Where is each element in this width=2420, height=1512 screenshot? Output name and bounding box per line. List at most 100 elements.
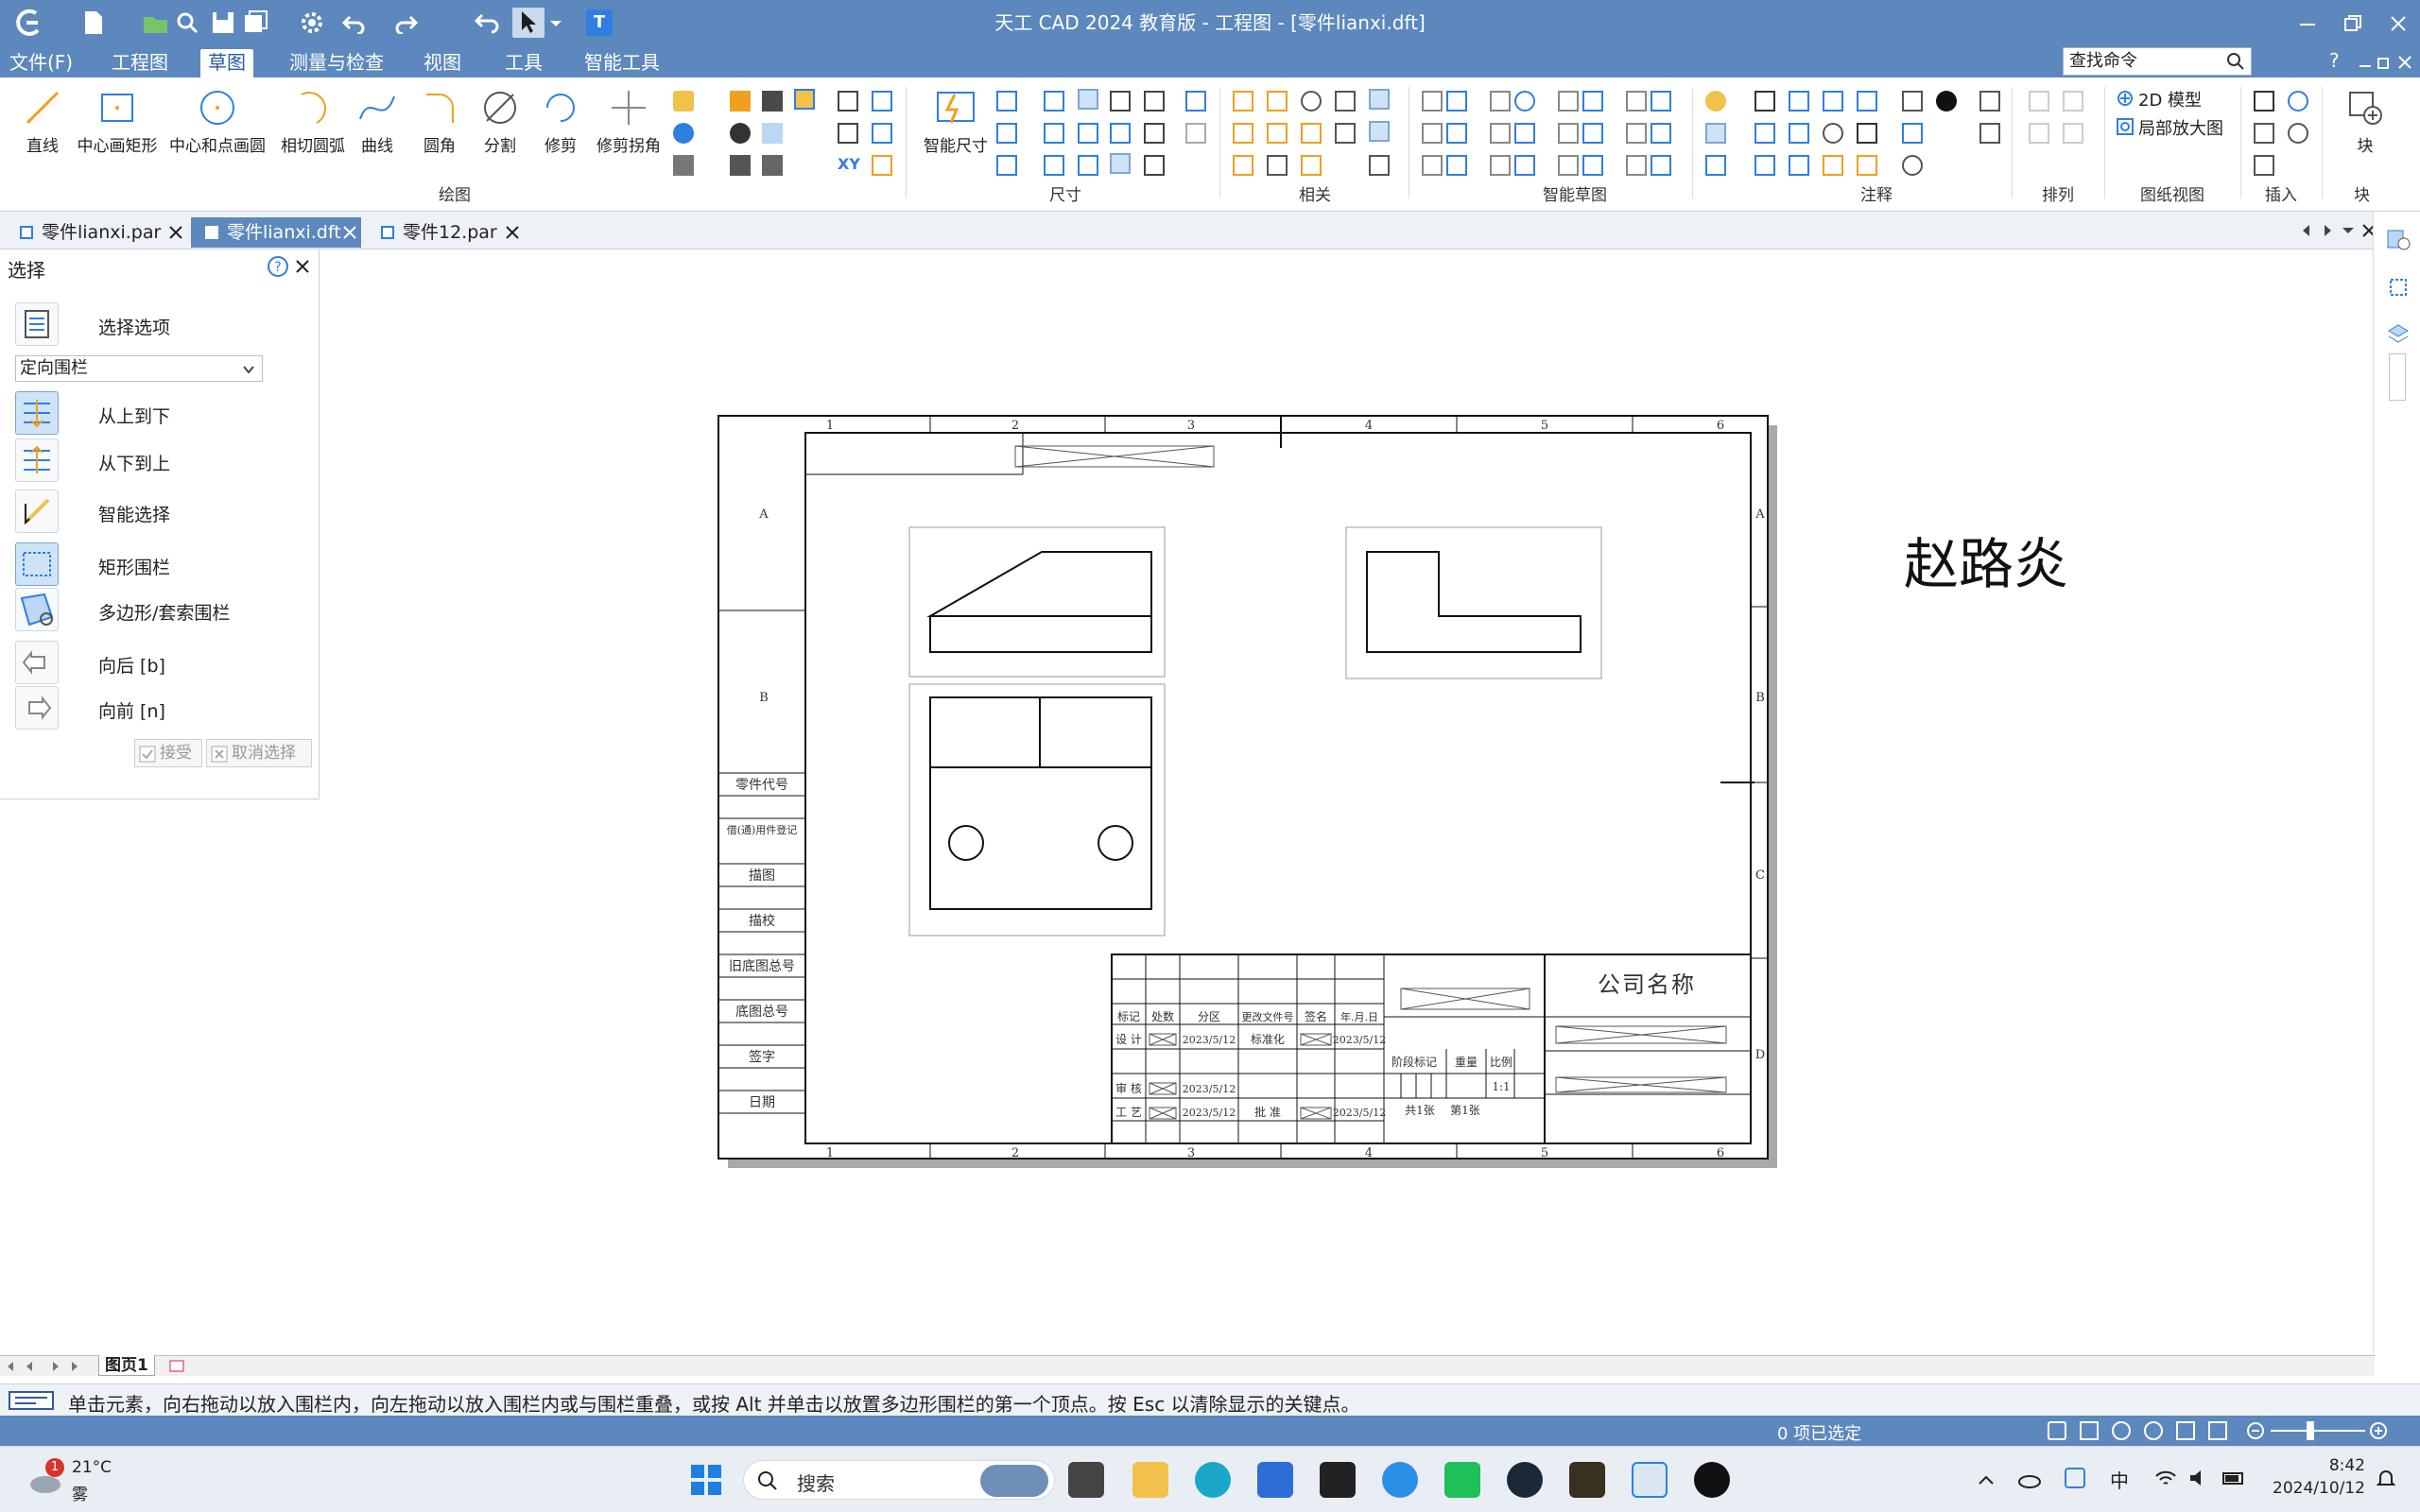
maintain-relation-icon[interactable] — [1369, 89, 1390, 110]
fence-mode-select[interactable]: 定向围栏 — [15, 355, 263, 382]
menu-smart-tools[interactable]: 智能工具 — [584, 49, 660, 76]
region-icon[interactable] — [794, 89, 815, 110]
point-on-relation-icon[interactable] — [1233, 123, 1253, 144]
baseline-dim-icon[interactable] — [1044, 123, 1064, 144]
stack-dim-icon[interactable] — [1144, 91, 1165, 112]
mirror-icon[interactable] — [673, 155, 694, 176]
undo-icon[interactable] — [342, 11, 367, 34]
callout-icon[interactable] — [1705, 91, 1726, 112]
tray-app-icon[interactable] — [2065, 1468, 2085, 1488]
parallel-snap-icon[interactable] — [1582, 155, 1603, 176]
smart-sketch-checkbox[interactable] — [1490, 155, 1511, 176]
qat-dropdown-icon[interactable] — [548, 17, 563, 30]
command-search-input[interactable]: 查找命令 — [2063, 47, 2252, 76]
parallel-relation-icon[interactable] — [1267, 91, 1288, 112]
fit-view-icon[interactable] — [2385, 274, 2411, 301]
quadrant-snap-icon[interactable] — [1446, 155, 1467, 176]
new-file-icon[interactable] — [81, 9, 106, 36]
center-rect-button[interactable]: 中心画矩形 — [74, 81, 161, 156]
perpendicular-relation-icon[interactable] — [1301, 123, 1322, 144]
open-file-icon[interactable] — [142, 9, 170, 36]
tab-list-icon[interactable] — [2341, 223, 2356, 238]
chamfer-note-icon[interactable] — [1857, 155, 1877, 176]
show-hide-icon[interactable] — [730, 123, 751, 144]
smart-sketch-checkbox[interactable] — [1422, 91, 1443, 112]
taskbar-search-box[interactable]: 搜索 — [743, 1460, 1055, 1500]
text-tool-icon[interactable]: T — [586, 9, 613, 36]
tab-part-12[interactable]: 零件12.par — [367, 217, 526, 248]
insert-table-icon[interactable] — [2254, 155, 2274, 176]
store-icon[interactable] — [1257, 1462, 1293, 1498]
centerline-icon[interactable] — [1902, 123, 1923, 144]
center-mark-icon[interactable] — [1979, 91, 2000, 112]
center-snap-icon[interactable] — [1514, 91, 1535, 112]
grid-icon[interactable] — [838, 91, 858, 112]
ime-indicator[interactable]: 中 — [2110, 1466, 2129, 1493]
linear-dim-icon[interactable] — [996, 91, 1017, 112]
close-tab-icon[interactable] — [168, 225, 183, 240]
perp-snap-icon[interactable] — [1651, 123, 1671, 144]
concentric-relation-icon[interactable] — [1301, 91, 1322, 112]
send-back-icon[interactable] — [2063, 91, 2083, 112]
endpoint-snap-icon[interactable] — [1446, 91, 1467, 112]
smart-sketch-checkbox[interactable] — [1490, 123, 1511, 144]
balloon-icon[interactable] — [1789, 91, 1809, 112]
lock-relation-icon[interactable] — [1335, 91, 1356, 112]
dim-grid-icon[interactable] — [838, 123, 858, 144]
back-button[interactable]: 向后 [b] — [15, 641, 308, 686]
arc-snap-icon[interactable] — [1514, 155, 1535, 176]
fill-icon[interactable] — [762, 123, 783, 144]
drawing-canvas[interactable]: 1 2 3 4 5 6 1 2 3 4 5 6 A B A B C D 零件代号… — [320, 249, 2373, 1355]
smart-dimension-button[interactable]: 智能尺寸 — [911, 81, 1000, 156]
zoom-slider-thumb[interactable] — [2307, 1421, 2314, 1440]
smart-select-button[interactable]: 智能选择 — [15, 490, 308, 535]
relation-handle-icon[interactable] — [1369, 121, 1390, 142]
help-button[interactable]: ? — [2329, 49, 2340, 72]
bolt-hole-circle-icon[interactable] — [1979, 123, 2000, 144]
help-icon[interactable]: ? — [267, 255, 289, 278]
datum-target-icon[interactable] — [1936, 91, 1957, 112]
move-icon[interactable] — [673, 123, 694, 144]
line-tool-button[interactable]: 直线 — [2, 81, 83, 156]
tab-drawing-lianxi[interactable]: 零件lianxi.dft — [191, 217, 361, 248]
offset-icon[interactable] — [673, 91, 694, 112]
leader-icon[interactable] — [1705, 155, 1726, 176]
ie-browser-icon[interactable] — [1382, 1462, 1418, 1498]
text-annotation-icon[interactable] — [1754, 91, 1775, 112]
edge-icon[interactable] — [1195, 1462, 1231, 1498]
drawing-sheet[interactable]: 1 2 3 4 5 6 1 2 3 4 5 6 A B A B C D 零件代号… — [713, 412, 2093, 1404]
tangent-snap-icon[interactable] — [1582, 123, 1603, 144]
top-to-bottom-button[interactable]: 从上到下 — [15, 391, 308, 437]
menu-view[interactable]: 视图 — [424, 49, 461, 76]
hole-callout-icon[interactable] — [1823, 123, 1843, 144]
doc-close-icon[interactable] — [2397, 55, 2412, 70]
cross-section-icon[interactable] — [1754, 155, 1775, 176]
bring-forward-icon[interactable] — [2029, 123, 2049, 144]
tiangong-cad-icon[interactable] — [1632, 1462, 1668, 1498]
connect-relation-icon[interactable] — [1233, 91, 1253, 112]
symmetric-relation-icon[interactable] — [1267, 155, 1288, 176]
extrude-icon[interactable] — [730, 155, 751, 176]
feature-control-icon[interactable] — [1754, 123, 1775, 144]
rigid-relation-icon[interactable] — [1335, 123, 1356, 144]
sheet-nav-arrows[interactable] — [4, 1359, 83, 1374]
zoom-area-icon[interactable] — [2048, 1421, 2066, 1440]
smart-sketch-checkbox[interactable] — [1558, 155, 1579, 176]
datum-frame-icon[interactable] — [1789, 123, 1809, 144]
restore-icon[interactable] — [2342, 13, 2363, 34]
layers-icon[interactable] — [2385, 321, 2411, 348]
rect-fence-button[interactable]: 矩形围栏 — [15, 542, 308, 588]
xy-coordinate-icon[interactable]: XY — [838, 155, 860, 173]
zoom-window-icon[interactable] — [2080, 1421, 2099, 1440]
close-tab-icon[interactable] — [342, 225, 357, 240]
smart-sketch-checkbox[interactable] — [1490, 91, 1511, 112]
dim-style-icon[interactable] — [1110, 153, 1131, 174]
smart-sketch-checkbox[interactable] — [1558, 123, 1579, 144]
wifi-icon[interactable] — [2153, 1468, 2178, 1488]
ordinate-dim-icon[interactable] — [1078, 123, 1098, 144]
zoom-slider-track[interactable] — [2271, 1430, 2365, 1432]
bottom-to-top-button[interactable]: 从下到上 — [15, 438, 308, 484]
insert-hyperlink-icon[interactable] — [2288, 91, 2308, 112]
insert-link-icon[interactable] — [2288, 123, 2308, 144]
fit-icon[interactable] — [2176, 1421, 2195, 1440]
